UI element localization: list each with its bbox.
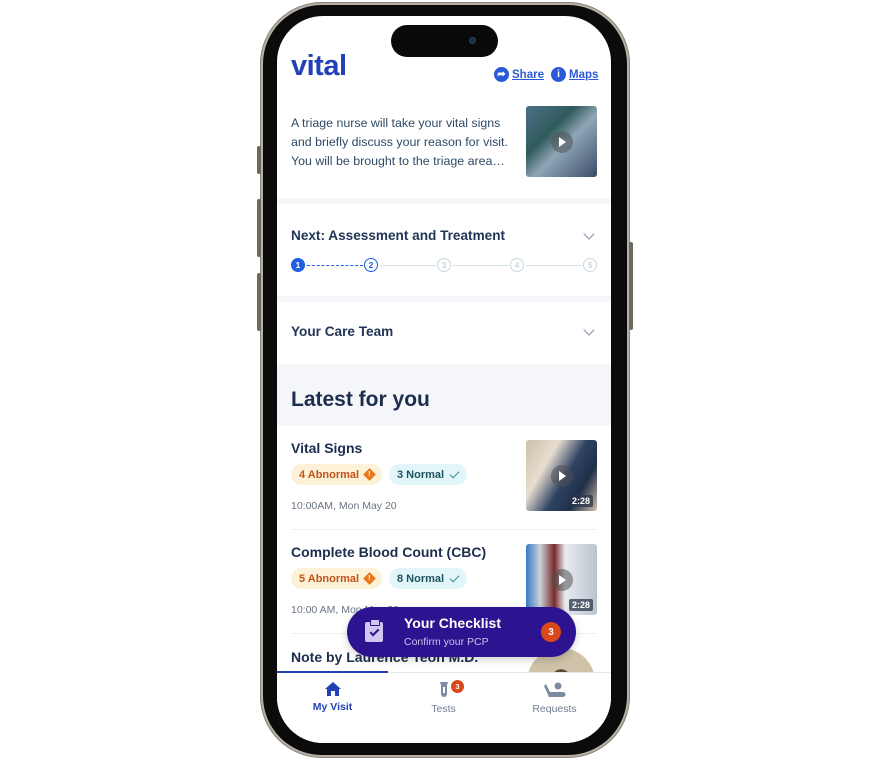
normal-count: 3 Normal	[397, 468, 445, 481]
care-team-title: Your Care Team	[291, 324, 394, 339]
dynamic-island	[391, 25, 498, 57]
next-step-title: Next: Assessment and Treatment	[291, 228, 506, 243]
abnormal-badge: 5 Abnormal !	[291, 568, 383, 589]
chevron-down-icon	[583, 228, 595, 240]
home-icon	[324, 682, 341, 696]
normal-count: 8 Normal	[397, 572, 445, 585]
camera-icon	[469, 37, 476, 44]
share-label: Share	[512, 68, 544, 81]
warning-icon: !	[363, 468, 376, 481]
cbc-video-thumbnail[interactable]: 2:28	[526, 544, 597, 615]
triage-intro: A triage nurse will take your vital sign…	[277, 96, 611, 198]
latest-section-header: Latest for you	[277, 364, 611, 426]
card-title: Vital Signs	[291, 440, 363, 456]
abnormal-badge: 4 Abnormal !	[291, 464, 383, 485]
checklist-button[interactable]: Your Checklist Confirm your PCP 3	[347, 607, 576, 657]
step-connector	[453, 265, 509, 266]
step-connector	[307, 265, 363, 266]
play-icon	[550, 568, 573, 591]
step-2: 2	[364, 258, 378, 272]
triage-description: A triage nurse will take your vital sign…	[291, 116, 508, 168]
share-link[interactable]: ➦ Share	[494, 67, 544, 82]
tests-count-badge: 3	[450, 679, 465, 694]
tab-label: My Visit	[312, 701, 353, 713]
progress-stepper: 1 2 3 4 5	[291, 258, 597, 274]
card-timestamp: 10:00AM, Mon May 20	[291, 500, 397, 512]
share-icon: ➦	[494, 67, 509, 82]
care-team-accordion[interactable]: Your Care Team	[277, 302, 611, 364]
step-3: 3	[437, 258, 451, 272]
tab-my-visit[interactable]: My Visit	[277, 681, 388, 721]
chevron-down-icon	[583, 324, 595, 336]
play-icon	[550, 464, 573, 487]
play-icon	[550, 130, 573, 153]
checklist-subtitle: Confirm your PCP	[404, 636, 489, 648]
tab-requests[interactable]: Requests	[499, 681, 610, 721]
volume-down-button	[257, 273, 261, 331]
vital-logo: vital	[291, 50, 347, 82]
check-icon	[449, 468, 460, 478]
info-icon: i	[551, 67, 566, 82]
clipboard-check-icon	[365, 619, 383, 642]
step-1: 1	[291, 258, 305, 272]
normal-badge: 8 Normal	[389, 568, 468, 589]
step-connector	[380, 265, 436, 266]
checklist-title: Your Checklist	[404, 615, 501, 631]
abnormal-count: 4 Abnormal	[299, 468, 360, 481]
normal-badge: 3 Normal	[389, 464, 468, 485]
request-icon	[543, 682, 565, 697]
warning-icon: !	[363, 572, 376, 585]
check-icon	[449, 572, 460, 582]
maps-link[interactable]: i Maps	[551, 67, 598, 82]
app-screen: vital ➦ Share i Maps A triage nurse will…	[277, 16, 611, 743]
tab-tests[interactable]: 3 Tests	[388, 679, 499, 721]
result-card-vital-signs[interactable]: Vital Signs 4 Abnormal ! 3 Normal 10:00A…	[277, 426, 611, 530]
vital-signs-video-thumbnail[interactable]: 2:28	[526, 440, 597, 511]
step-5: 5	[583, 258, 597, 272]
active-tab-indicator	[277, 671, 388, 673]
triage-video-thumbnail[interactable]	[526, 106, 597, 177]
tab-label: Tests	[431, 703, 456, 715]
video-duration: 2:28	[568, 599, 593, 611]
step-connector	[526, 265, 582, 266]
maps-label: Maps	[569, 68, 599, 81]
bottom-tab-bar: My Visit 3 Tests Requests	[277, 671, 611, 743]
mute-switch	[257, 146, 261, 174]
latest-title: Latest for you	[291, 388, 430, 411]
next-step-accordion[interactable]: Next: Assessment and Treatment	[277, 204, 611, 296]
tab-label: Requests	[532, 703, 577, 715]
checklist-count-badge: 3	[541, 622, 561, 642]
video-duration: 2:28	[568, 495, 593, 507]
power-button	[629, 242, 633, 330]
step-4: 4	[510, 258, 524, 272]
card-title: Complete Blood Count (CBC)	[291, 544, 487, 560]
volume-up-button	[257, 199, 261, 257]
abnormal-count: 5 Abnormal	[299, 572, 360, 585]
